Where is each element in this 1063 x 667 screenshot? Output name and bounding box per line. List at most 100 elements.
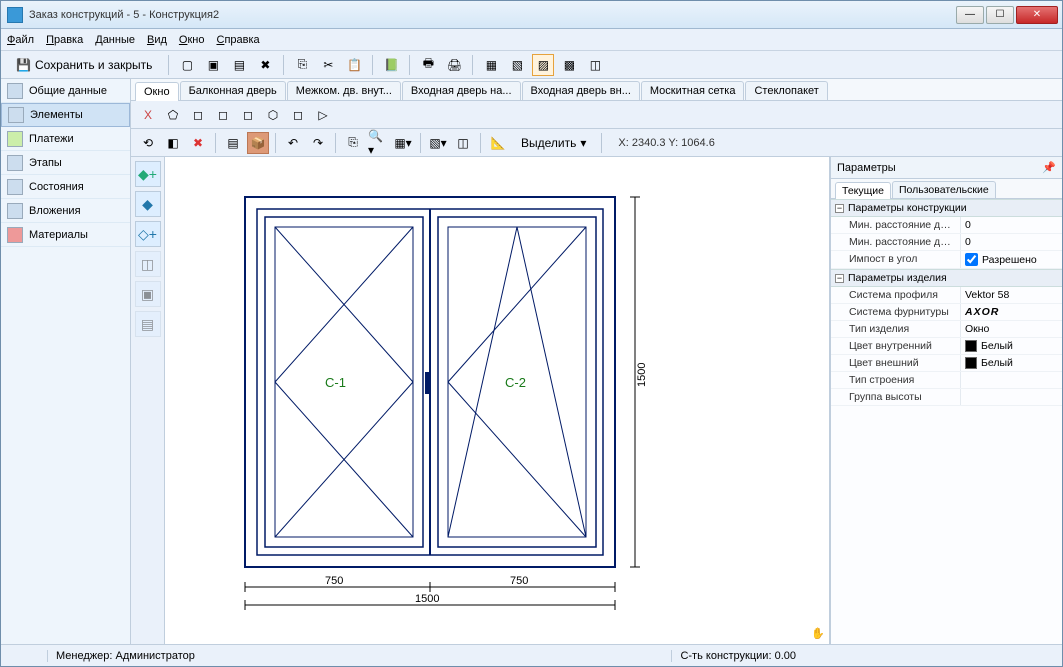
group-product[interactable]: −Параметры изделия	[831, 269, 1062, 287]
et-box[interactable]: 📦	[247, 132, 269, 154]
tab-balcony[interactable]: Балконная дверь	[180, 81, 286, 100]
shape-3[interactable]: ◻	[212, 104, 234, 126]
select-dropdown[interactable]: Выделить ▾	[512, 132, 595, 154]
shape-toolbar: X ⬠ ◻ ◻ ◻ ⬡ ◻ ▷	[131, 101, 1062, 129]
tool-print2[interactable]: 🖨	[443, 54, 465, 76]
tool-copy[interactable]: ⎘	[291, 54, 313, 76]
group-construction[interactable]: −Параметры конструкции	[831, 199, 1062, 217]
tab-entrance-door-1[interactable]: Входная дверь на...	[402, 81, 521, 100]
et-del[interactable]: ✖	[187, 132, 209, 154]
prop-row[interactable]: Система фурнитурыAXOR	[831, 304, 1062, 321]
et-zoom[interactable]: 🔍▾	[367, 132, 389, 154]
menu-file[interactable]: ФФайлайл	[7, 34, 34, 46]
nav-payments[interactable]: Платежи	[1, 127, 130, 151]
shape-x[interactable]: X	[137, 104, 159, 126]
tool-grid1[interactable]: ▦	[480, 54, 502, 76]
tab-entrance-door-2[interactable]: Входная дверь вн...	[522, 81, 640, 100]
prop-row[interactable]: Тип строения	[831, 372, 1062, 389]
prop-row[interactable]: Мин. расстояние для ба...0	[831, 217, 1062, 234]
prop-row[interactable]: Группа высоты	[831, 389, 1062, 406]
save-close-label: Сохранить и закрыть	[35, 58, 152, 72]
collapse-icon[interactable]: −	[835, 204, 844, 213]
prop-row[interactable]: Цвет внутреннийБелый	[831, 338, 1062, 355]
et-undo[interactable]: ↶	[282, 132, 304, 154]
tool-grid5[interactable]: ◫	[584, 54, 606, 76]
nav-stages[interactable]: Этапы	[1, 151, 130, 175]
shape-2[interactable]: ◻	[187, 104, 209, 126]
vertical-toolbox: ◆+ ◆ ◇+ ◫ ▣ ▤	[131, 157, 165, 644]
color-swatch	[965, 340, 977, 352]
prop-row[interactable]: Цвет внешнийБелый	[831, 355, 1062, 372]
impost-checkbox[interactable]	[965, 253, 978, 266]
tool-c[interactable]: ▤	[228, 54, 250, 76]
vt-add-frame[interactable]: ◇+	[135, 221, 161, 247]
color-swatch	[965, 357, 977, 369]
stages-icon	[7, 155, 23, 171]
menu-view[interactable]: Вид	[147, 34, 167, 46]
menubar: ФФайлайл Правка Данные Вид Окно Справка	[1, 29, 1062, 51]
edit-toolbar: ⟲ ◧ ✖ ▤ 📦 ↶ ↷ ⎘ 🔍▾ ▦▾ ▧▾ ◫ 📐 Выделить ▾	[131, 129, 1062, 157]
nav-general[interactable]: Общие данные	[1, 79, 130, 103]
sash-1-label: С-1	[325, 375, 346, 390]
tool-delete[interactable]: ✖	[254, 54, 276, 76]
tool-grid3[interactable]: ▨	[532, 54, 554, 76]
doc-icon	[7, 83, 23, 99]
menu-window[interactable]: Окно	[179, 34, 205, 46]
tab-window[interactable]: Окно	[135, 82, 179, 101]
tool-grid4[interactable]: ▩	[558, 54, 580, 76]
shape-6[interactable]: ◻	[287, 104, 309, 126]
nav-materials[interactable]: Материалы	[1, 223, 130, 247]
params-tab-current[interactable]: Текущие	[835, 182, 891, 199]
nav-attachments[interactable]: Вложения	[1, 199, 130, 223]
et-rotate[interactable]: ⟲	[137, 132, 159, 154]
pan-hand-icon[interactable]: ✋	[811, 627, 825, 640]
et-redo[interactable]: ↷	[307, 132, 329, 154]
drawing-canvas[interactable]: С-1 С-2 1500 750 750	[165, 157, 830, 644]
property-grid: −Параметры конструкции Мин. расстояние д…	[831, 199, 1062, 644]
tool-paste[interactable]: 📋	[343, 54, 365, 76]
et-copy2[interactable]: ⎘	[342, 132, 364, 154]
prop-row[interactable]: Система профиляVektor 58	[831, 287, 1062, 304]
et-fill[interactable]: ▧▾	[427, 132, 449, 154]
nav-states[interactable]: Состояния	[1, 175, 130, 199]
shape-4[interactable]: ◻	[237, 104, 259, 126]
tab-interior-door[interactable]: Межком. дв. внут...	[287, 81, 401, 100]
save-close-button[interactable]: 💾 Сохранить и закрыть	[7, 54, 161, 76]
shape-5[interactable]: ⬡	[262, 104, 284, 126]
menu-help[interactable]: Справка	[216, 34, 259, 46]
collapse-icon[interactable]: −	[835, 274, 844, 283]
prop-row[interactable]: Тип изделияОкно	[831, 321, 1062, 338]
menu-edit[interactable]: Правка	[46, 34, 83, 46]
close-button[interactable]: ✕	[1016, 6, 1058, 24]
tool-a[interactable]: ▢	[176, 54, 198, 76]
minimize-button[interactable]: —	[956, 6, 984, 24]
tool-book[interactable]: 📗	[380, 54, 402, 76]
shape-7[interactable]: ▷	[312, 104, 334, 126]
separator	[283, 55, 284, 75]
vt-profile[interactable]: ◆	[135, 191, 161, 217]
tool-b[interactable]: ▣	[202, 54, 224, 76]
et-measure[interactable]: 📐	[487, 132, 509, 154]
maximize-button[interactable]: ☐	[986, 6, 1014, 24]
shape-1[interactable]: ⬠	[162, 104, 184, 126]
dim-half-2: 750	[510, 575, 528, 587]
statusbar: Менеджер: Администратор С-ть конструкции…	[1, 644, 1062, 666]
window-drawing: С-1 С-2 1500 750 750	[225, 187, 785, 644]
et-cube[interactable]: ◧	[162, 132, 184, 154]
menu-data[interactable]: Данные	[95, 34, 135, 46]
vt-add-profile[interactable]: ◆+	[135, 161, 161, 187]
tab-glass[interactable]: Стеклопакет	[745, 81, 827, 100]
tool-grid2[interactable]: ▧	[506, 54, 528, 76]
et-window[interactable]: ◫	[452, 132, 474, 154]
tool-cut[interactable]: ✂	[317, 54, 339, 76]
et-grid[interactable]: ▦▾	[392, 132, 414, 154]
et-layers[interactable]: ▤	[222, 132, 244, 154]
tab-mosquito[interactable]: Москитная сетка	[641, 81, 745, 100]
prop-row[interactable]: Импост в уголРазрешено	[831, 251, 1062, 269]
prop-row[interactable]: Мин. расстояние для ф...0	[831, 234, 1062, 251]
pin-icon[interactable]: 📌	[1042, 161, 1056, 174]
nav-elements[interactable]: Элементы	[1, 103, 130, 127]
tool-print[interactable]: 🖶	[417, 54, 439, 76]
main-toolbar: 💾 Сохранить и закрыть ▢ ▣ ▤ ✖ ⎘ ✂ 📋 📗 🖶 …	[1, 51, 1062, 79]
params-tab-user[interactable]: Пользовательские	[892, 181, 996, 198]
